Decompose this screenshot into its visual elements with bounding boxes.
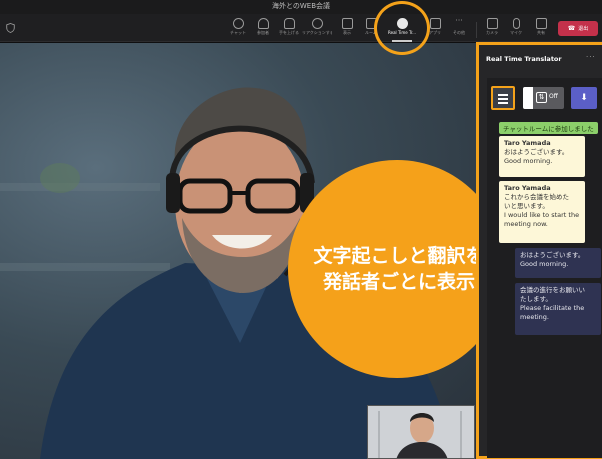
message-bubble: 会議の進行をお願いい たします。 Please facilitate the m… — [515, 283, 601, 335]
original-text: おはようございます。 — [504, 148, 569, 156]
translated-text: Please facilitate the — [520, 304, 585, 312]
camera-icon — [486, 18, 498, 29]
raise-hand-icon — [283, 18, 295, 29]
panel-title: Real Time Translator — [486, 55, 562, 63]
share-icon — [535, 18, 547, 29]
swap-icon: ⇅ — [536, 92, 547, 103]
message-bubble: Taro Yamada おはようございます。 Good morning. — [499, 136, 585, 177]
speaker-name: Taro Yamada — [504, 184, 551, 192]
original-text: これから会議を始めた — [504, 193, 569, 201]
message-bubble: Taro Yamada これから会議を始めた いと思います。 I would l… — [499, 181, 585, 243]
original-text: たします。 — [520, 295, 552, 303]
panel-more-button[interactable]: ··· — [586, 53, 596, 61]
translate-toggle[interactable]: ⇅ Off — [523, 87, 564, 109]
hamburger-bar — [498, 94, 508, 96]
meeting-toolbar: チャット 参加者 手を上げる リアクションする 表示 ルーム Real Time… — [0, 14, 602, 42]
window-title: 海外とのWEB会議 — [271, 2, 331, 10]
hamburger-bar — [498, 102, 508, 104]
toggle-knob — [523, 87, 533, 109]
panel-body: ⇅ Off ⬇ チャットルームに参加しました Taro Yamada おはようご… — [487, 78, 602, 458]
share-button[interactable]: 共有 — [526, 17, 556, 41]
callout-line-2: 発話者ごとに表示 — [322, 271, 475, 293]
translated-text: Good morning. — [504, 157, 553, 165]
translated-text: meeting now. — [504, 220, 548, 228]
chat-icon — [232, 18, 244, 29]
hang-up-icon: ☎ — [567, 25, 576, 32]
original-text: おはようございます。 — [520, 251, 585, 259]
speaker-name: Taro Yamada — [504, 139, 551, 147]
shield-icon — [6, 23, 15, 33]
translated-text: I would like to start the — [504, 211, 580, 219]
translated-text: Good morning. — [520, 260, 569, 268]
original-text: いと思います。 — [504, 202, 549, 210]
hamburger-bar — [498, 98, 508, 100]
original-text: 会議の進行をお願いい — [520, 286, 585, 294]
highlight-ring — [374, 1, 430, 55]
share-label: 共有 — [537, 30, 545, 35]
reaction-label: リアクションする — [302, 30, 332, 35]
title-bar: 海外とのWEB会議 — [0, 0, 602, 14]
self-view-video[interactable] — [367, 405, 475, 459]
mic-icon — [512, 18, 520, 29]
raise-hand-button[interactable]: 手を上げる — [274, 17, 304, 41]
panel-header: Real Time Translator ··· — [479, 45, 602, 75]
more-button[interactable]: ··· その他 — [444, 17, 474, 41]
raise-hand-label: 手を上げる — [279, 30, 299, 35]
more-icon: ··· — [455, 16, 463, 25]
download-icon: ⬇ — [580, 93, 588, 103]
system-message: チャットルームに参加しました — [499, 122, 598, 134]
control-row: ⇅ Off ⬇ — [489, 86, 601, 110]
callout-text: 文字起こしと翻訳を 発話者ごとに表示 — [300, 243, 498, 295]
translated-text: meeting. — [520, 313, 549, 321]
view-icon — [341, 18, 353, 29]
leave-label: 退出 — [578, 26, 589, 32]
toggle-state-label: Off — [549, 93, 558, 100]
menu-button[interactable] — [491, 86, 515, 110]
more-label: その他 — [453, 30, 465, 35]
apps-icon — [429, 18, 441, 29]
leave-button[interactable]: ☎ 退出 — [558, 21, 598, 36]
message-bubble: おはようございます。 Good morning. — [515, 248, 601, 278]
translator-panel: Real Time Translator ··· ⇅ Off ⬇ チャットルーム… — [476, 42, 602, 459]
download-button[interactable]: ⬇ — [571, 87, 597, 109]
reaction-button[interactable]: リアクションする — [302, 17, 332, 41]
reaction-icon — [311, 18, 323, 29]
self-view-person — [368, 406, 474, 458]
callout-line-1: 文字起こしと翻訳を — [313, 245, 485, 267]
people-icon — [257, 18, 269, 29]
